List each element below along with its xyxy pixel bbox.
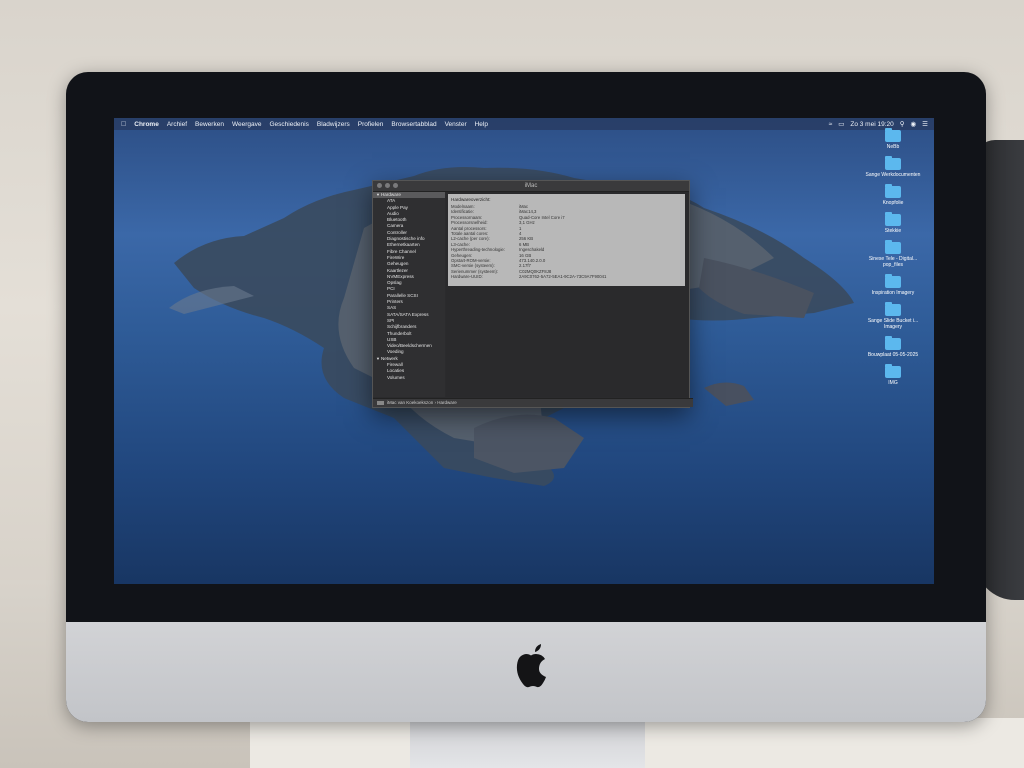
system-information-window: iMac ▼Hardware ATA Apple Pay Audio Bluetooth… bbox=[372, 180, 693, 408]
desktop-folder[interactable]: Sinese Tele - Digital... pop_files bbox=[858, 240, 928, 268]
menu-weergave[interactable]: Weergave bbox=[232, 121, 262, 128]
sidebar-item-label: Firewall bbox=[387, 362, 403, 368]
desktop-folder[interactable]: Knopfolie bbox=[858, 184, 928, 206]
desktop-folder[interactable]: Stekkie bbox=[858, 212, 928, 234]
menu-bewerken[interactable]: Bewerken bbox=[195, 121, 224, 128]
desktop-folder[interactable]: Bouwplaat 05-05-2025 bbox=[858, 336, 928, 358]
menu-archief[interactable]: Archief bbox=[167, 121, 187, 128]
sidebar-item-label: Hardware bbox=[380, 192, 401, 197]
detail-key: Hardware-UUID: bbox=[451, 274, 483, 280]
hardware-overview-panel: Hardwareoverzicht: Modelnaam: iMac Identif… bbox=[448, 194, 685, 286]
screen:  Chrome Archief Bewerken Weergave Gesch… bbox=[114, 118, 934, 584]
folder-icon bbox=[885, 184, 901, 198]
sidebar-item-label: Schijfbranders bbox=[387, 324, 417, 330]
sidebar-item-label: Bluetooth bbox=[387, 217, 407, 223]
detail-value: 2A9C0762-5A72-5EA1-9C2A-73C9A7F90041 bbox=[519, 274, 607, 280]
desktop-folder[interactable]: Sange Werkdocumenten bbox=[858, 156, 928, 178]
sidebar-item-label: SATA/SATA Express bbox=[387, 311, 429, 317]
sidebar-item-label: Apple Pay bbox=[387, 204, 408, 210]
sidebar-item-label: SPI bbox=[387, 317, 395, 323]
sidebar-item-label: Printers bbox=[387, 299, 403, 305]
folder-icon bbox=[885, 336, 901, 350]
sidebar-item-label: NVMExpress bbox=[387, 273, 414, 279]
menu-venster[interactable]: Venster bbox=[445, 121, 467, 128]
desktop-folder[interactable]: NeBb bbox=[858, 128, 928, 150]
imac-bezel:  Chrome Archief Bewerken Weergave Gesch… bbox=[66, 72, 986, 722]
desktop-folder[interactable]: Inspiration Imagery bbox=[858, 274, 928, 296]
sidebar-item-label: Parallelle SCSI bbox=[387, 292, 418, 298]
sidebar-item-label: Thunderbolt bbox=[387, 330, 412, 336]
menu-clock[interactable]: Zo 3 mei 19:20 bbox=[850, 121, 893, 128]
sidebar-item-label: Diagnostische info bbox=[387, 236, 425, 242]
path-bar: iMac van Koekoekszon › Hardware bbox=[373, 398, 693, 407]
disclosure-triangle-icon[interactable]: ▼ bbox=[376, 192, 380, 197]
sidebar-item-label: Opslag bbox=[387, 280, 402, 286]
airplay-icon[interactable]: ▭ bbox=[838, 120, 844, 128]
minimize-button[interactable] bbox=[385, 183, 390, 188]
detail-row: Hardware-UUID: 2A9C0762-5A72-5EA1-9C2A-73… bbox=[448, 274, 685, 279]
path-text[interactable]: iMac van Koekoekszon › Hardware bbox=[387, 400, 457, 405]
content-heading: Hardwareoverzicht: bbox=[451, 197, 491, 202]
sidebar-item-label: Fibre Channel bbox=[387, 248, 416, 254]
menu-browsertabblad[interactable]: Browsertabblad bbox=[391, 121, 436, 128]
menu-profielen[interactable]: Profielen bbox=[358, 121, 384, 128]
imac-stand bbox=[410, 718, 645, 768]
sidebar-item-label: Netwerk bbox=[380, 355, 398, 361]
apple-menu-icon[interactable]:  bbox=[121, 121, 126, 128]
menu-geschiedenis[interactable]: Geschiedenis bbox=[269, 121, 308, 128]
computer-icon bbox=[377, 400, 384, 405]
menu-app-name[interactable]: Chrome bbox=[134, 121, 159, 128]
sidebar-item-label: Voeding bbox=[387, 349, 404, 355]
notification-center-icon[interactable]: ☰ bbox=[922, 120, 928, 128]
folder-icon bbox=[885, 128, 901, 142]
close-button[interactable] bbox=[377, 183, 382, 188]
sidebar-item-label: USB bbox=[387, 336, 397, 342]
sidebar-item-label: Locaties bbox=[387, 368, 405, 374]
sidebar-item-label: SAS bbox=[387, 305, 397, 311]
sidebar-item-label: Geheugen bbox=[387, 261, 409, 267]
desktop-folder[interactable]: Sange Slide Bucket i... Imagery bbox=[858, 302, 928, 330]
sidebar-item-label: PCI bbox=[387, 286, 395, 292]
imac-chin bbox=[66, 622, 986, 722]
zoom-button[interactable] bbox=[393, 183, 398, 188]
siri-icon[interactable]: ◉ bbox=[911, 120, 917, 128]
folder-icon bbox=[885, 212, 901, 226]
desktop-icons: NeBb Sange Werkdocumenten Knopfolie Stek… bbox=[858, 128, 928, 394]
sidebar-item-label: Volumes bbox=[387, 374, 405, 380]
sidebar-item-label: Controller bbox=[387, 229, 407, 235]
desktop-folder[interactable]: IMG bbox=[858, 364, 928, 386]
menu-bladwijzers[interactable]: Bladwijzers bbox=[317, 121, 350, 128]
sidebar-item-label: Audio bbox=[387, 210, 399, 216]
sidebar-item-label: FireWire bbox=[387, 254, 405, 260]
sidebar-item[interactable]: Volumes bbox=[373, 375, 445, 381]
folder-icon bbox=[885, 274, 901, 288]
window-title: iMac bbox=[524, 183, 538, 189]
menu-bar:  Chrome Archief Bewerken Weergave Gesch… bbox=[114, 118, 934, 130]
apple-logo-icon bbox=[516, 644, 546, 688]
window-titlebar[interactable]: iMac bbox=[373, 181, 689, 192]
wifi-icon[interactable]: ≈ bbox=[829, 121, 833, 128]
folder-icon bbox=[885, 302, 901, 316]
sidebar-item-label: Kaartlezer bbox=[387, 267, 408, 273]
folder-icon bbox=[885, 156, 901, 170]
folder-icon bbox=[885, 364, 901, 378]
folder-icon bbox=[885, 240, 901, 254]
menu-help[interactable]: Help bbox=[475, 121, 488, 128]
sidebar-item-label: ATA bbox=[387, 198, 396, 204]
sidebar-item-label: Ethernetkaarten bbox=[387, 242, 420, 248]
sidebar: ▼Hardware ATA Apple Pay Audio Bluetooth Camer… bbox=[373, 192, 445, 397]
hardware-details: Modelnaam: iMac Identificatie: iMac14,3 Proc… bbox=[448, 204, 685, 280]
content-pane: Hardwareoverzicht: Modelnaam: iMac Identif… bbox=[446, 192, 689, 397]
sidebar-item-label: Video/Beeldschermen bbox=[387, 343, 432, 349]
disclosure-triangle-icon[interactable]: ▼ bbox=[376, 356, 380, 361]
search-icon[interactable]: ⚲ bbox=[900, 120, 905, 128]
sidebar-item-label: Camera bbox=[387, 223, 404, 229]
